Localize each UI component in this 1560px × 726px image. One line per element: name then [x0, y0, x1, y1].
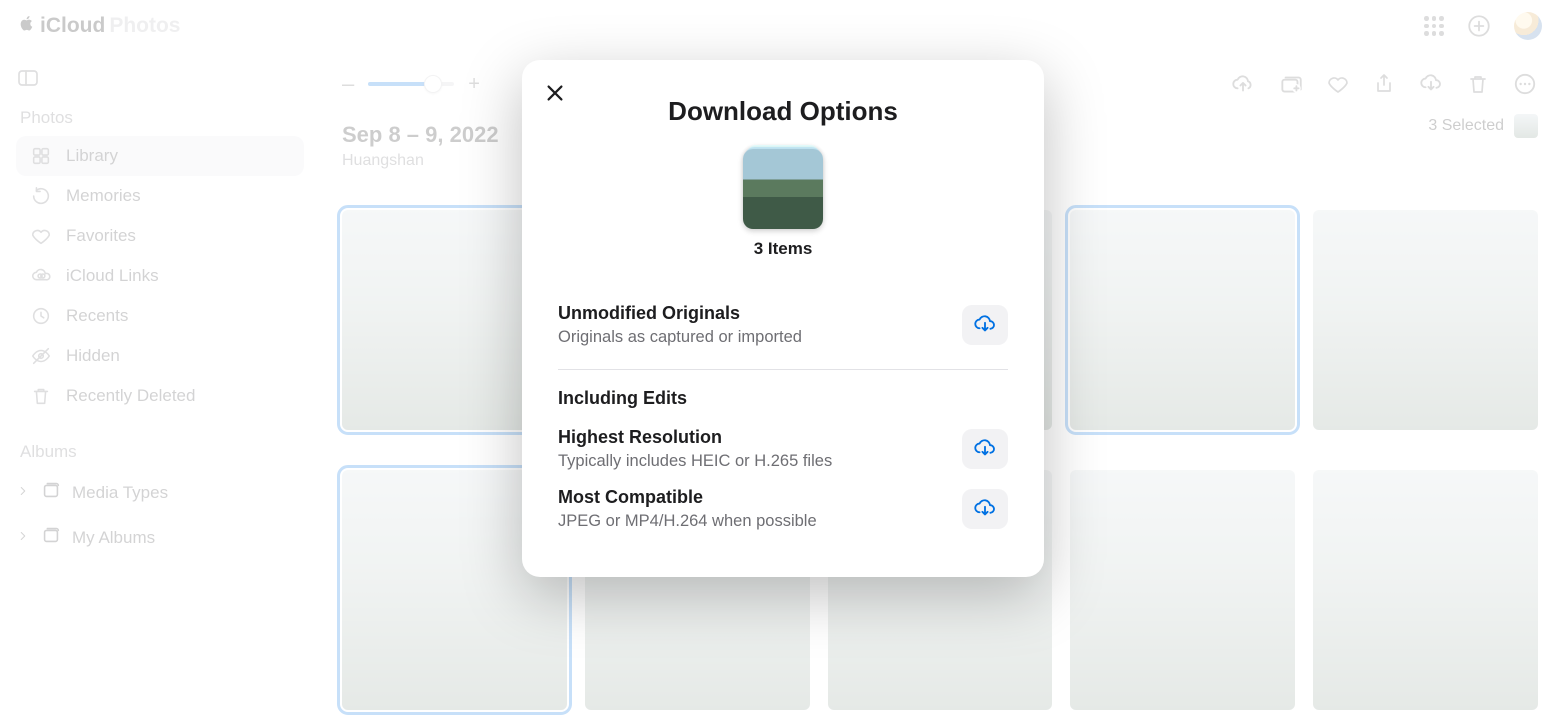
option-desc: JPEG or MP4/H.264 when possible — [558, 512, 962, 531]
download-highest-res-button[interactable] — [962, 429, 1008, 469]
download-most-compatible-button[interactable] — [962, 489, 1008, 529]
cloud-down-icon — [972, 496, 998, 522]
option-title: Unmodified Originals — [558, 303, 962, 324]
option-most-compatible: Most Compatible JPEG or MP4/H.264 when p… — [558, 483, 1008, 543]
option-title: Most Compatible — [558, 487, 962, 508]
modal-title: Download Options — [558, 96, 1008, 127]
edits-section-label: Including Edits — [558, 388, 1008, 409]
close-button[interactable] — [544, 82, 566, 107]
cloud-down-icon — [972, 436, 998, 462]
option-unmodified-originals: Unmodified Originals Originals as captur… — [558, 297, 1008, 365]
close-icon — [544, 82, 566, 104]
divider — [558, 369, 1008, 370]
option-highest-resolution: Highest Resolution Typically includes HE… — [558, 423, 1008, 483]
items-count: 3 Items — [558, 239, 1008, 259]
option-title: Highest Resolution — [558, 427, 962, 448]
option-desc: Originals as captured or imported — [558, 328, 962, 347]
option-desc: Typically includes HEIC or H.265 files — [558, 452, 962, 471]
download-options-modal: Download Options 3 Items Unmodified Orig… — [522, 60, 1044, 577]
cloud-down-icon — [972, 312, 998, 338]
selection-preview — [743, 149, 823, 229]
download-unmodified-button[interactable] — [962, 305, 1008, 345]
